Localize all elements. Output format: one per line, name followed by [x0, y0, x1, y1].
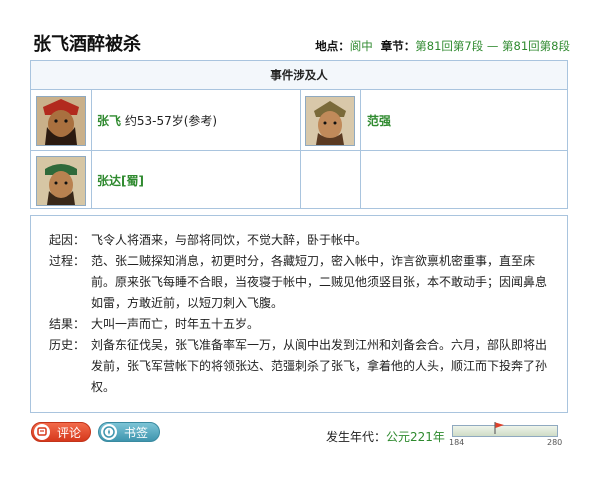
comment-button[interactable]: 评论	[31, 422, 91, 442]
persons-heading: 事件涉及人	[31, 61, 567, 90]
person-zhangfei: 张飞 约53-57岁(参考)	[97, 112, 217, 129]
person-name-link[interactable]: 范强	[367, 114, 391, 128]
bookmark-button[interactable]: 书签	[98, 422, 160, 442]
person-name-link[interactable]: 张达[蜀]	[97, 174, 144, 188]
story-key: 历史：	[49, 338, 86, 352]
zhangda-portrait-icon[interactable]	[36, 156, 86, 206]
story-key: 结果：	[49, 317, 86, 331]
zhangfei-portrait-icon[interactable]	[36, 96, 86, 146]
person-zhangda: 张达[蜀]	[97, 172, 144, 189]
story-text: 大叫一声而亡，时年五十五岁。	[91, 317, 260, 331]
story-row-history: 历史： 刘备东征伐吴，张飞准备率军一万，从阆中出发到江州和刘备会合。六月，部队即…	[49, 335, 549, 398]
flag-icon[interactable]	[492, 421, 506, 435]
person-name-link[interactable]: 张飞	[97, 114, 121, 128]
persons-grid: 张飞 约53-57岁(参考) 范强 张达[蜀]	[31, 90, 567, 209]
fanqiang-portrait-icon[interactable]	[305, 96, 355, 146]
story-key: 过程：	[49, 254, 86, 268]
era-readout: 发生年代：公元221年	[326, 428, 445, 445]
event-story: 起因： 飞令人将酒来，与部将同饮，不觉大醉，卧于帐中。 过程： 范、张二贼探知消…	[30, 215, 568, 413]
story-text: 范、张二贼探知消息，初更时分，各藏短刀，密入帐中，诈言欲禀机密重事，直至床前。原…	[91, 254, 548, 310]
slider-max-label: 280	[547, 438, 563, 447]
page-title: 张飞酒醉被杀	[33, 34, 141, 55]
bookmark-icon	[101, 424, 117, 440]
grid-divider	[31, 150, 567, 151]
story-text: 飞令人将酒来，与部将同饮，不觉大醉，卧于帐中。	[91, 233, 368, 247]
story-key: 起因：	[49, 233, 86, 247]
event-meta: 地点：阆中 章节：第81回第7段 — 第81回第8段	[315, 38, 570, 54]
comment-icon	[34, 424, 50, 440]
bookmark-label: 书签	[124, 426, 149, 440]
chapter-label: 章节：	[380, 39, 416, 53]
story-row-process: 过程： 范、张二贼探知消息，初更时分，各藏短刀，密入帐中，诈言欲禀机密重事，直至…	[49, 251, 549, 314]
chapter-value[interactable]: 第81回第7段 — 第81回第8段	[415, 39, 570, 53]
person-age: 约53-57岁(参考)	[124, 114, 218, 128]
location-label: 地点：	[315, 39, 350, 53]
persons-panel: 事件涉及人 张飞 约53-57岁(参考) 范强 张达[蜀]	[30, 60, 568, 209]
story-text: 刘备东征伐吴，张飞准备率军一万，从阆中出发到江州和刘备会合。六月，部队即将出发前…	[91, 338, 548, 394]
location-value[interactable]: 阆中	[350, 39, 373, 53]
story-row-result: 结果： 大叫一声而亡，时年五十五岁。	[49, 314, 549, 335]
era-label: 发生年代：	[326, 430, 387, 444]
person-fanqiang: 范强	[367, 112, 391, 129]
story-row-cause: 起因： 飞令人将酒来，与部将同饮，不觉大醉，卧于帐中。	[49, 230, 549, 251]
comment-label: 评论	[57, 426, 82, 440]
slider-min-label: 184	[449, 438, 465, 447]
era-value: 公元221年	[386, 430, 445, 444]
